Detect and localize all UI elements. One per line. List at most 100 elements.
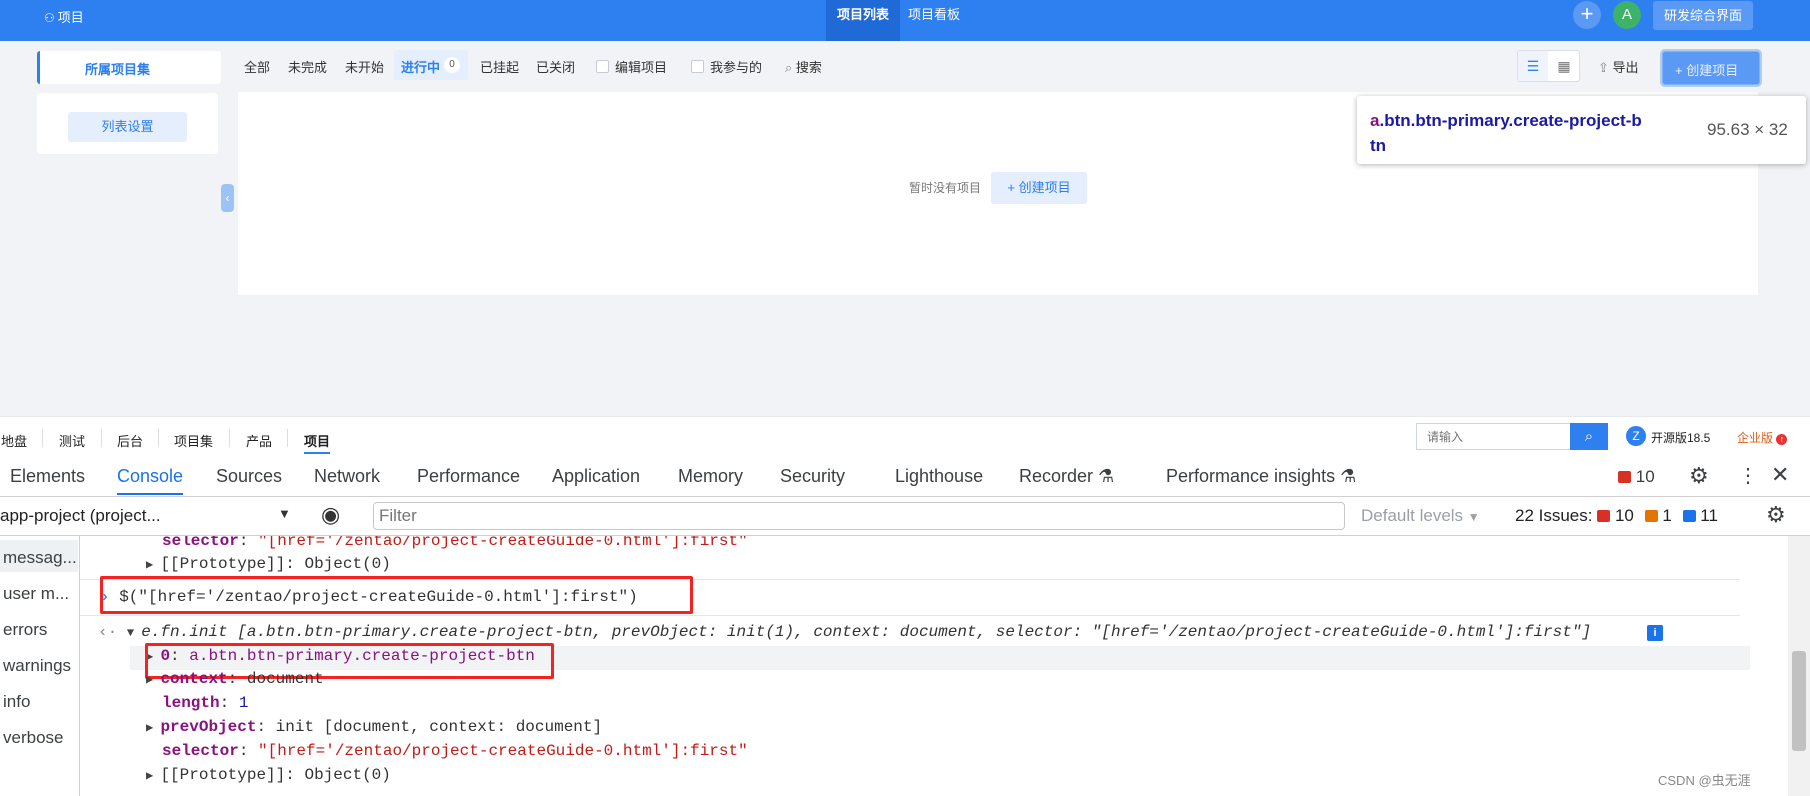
console-length-line: length: 1: [162, 694, 249, 712]
version-label[interactable]: 开源版18.5: [1651, 429, 1710, 446]
close-icon[interactable]: ✕: [1771, 462, 1789, 488]
create-project-label: + 创建项目: [1675, 63, 1739, 78]
sidebar-item-verbose[interactable]: verbose: [3, 728, 63, 748]
console-result-line[interactable]: ‹· ▼ e.fn.init [a.btn.btn-primary.create…: [98, 620, 1591, 644]
expand-triangle-icon[interactable]: ▶: [146, 721, 160, 735]
top-navbar: ⚇ 项目 项目列表 项目看板 + A 研发综合界面: [0, 0, 1810, 41]
app-bottom-bar: 地盘 测试 后台 项目集 产品 项目 ⌕ Z 开源版18.5 企业版 ↑: [0, 416, 1810, 457]
tab-elements[interactable]: Elements: [10, 466, 85, 487]
watermark: CSDN @虫无涯: [1658, 773, 1751, 788]
tab-security[interactable]: Security: [780, 466, 845, 487]
zentao-logo-icon: Z: [1626, 426, 1646, 446]
eye-icon[interactable]: ◉: [321, 502, 340, 528]
error-icon: [1597, 510, 1611, 522]
settings-gear-icon[interactable]: ⚙: [1689, 463, 1709, 489]
devtools-tabbar: Elements Console Sources Network Perform…: [0, 456, 1810, 497]
filter-closed[interactable]: 已关闭: [536, 57, 575, 76]
expand-triangle-icon[interactable]: ▶: [146, 673, 160, 687]
appbar-item-dashboard[interactable]: 地盘: [1, 431, 27, 450]
appbar-item-program[interactable]: 项目集: [174, 431, 213, 450]
collapse-triangle-icon[interactable]: ▼: [127, 626, 141, 640]
console-context-line[interactable]: ▶ context: document: [146, 667, 324, 691]
filter-unfinished[interactable]: 未完成: [288, 57, 327, 76]
appbar-item-product[interactable]: 产品: [246, 431, 272, 450]
tab-lighthouse[interactable]: Lighthouse: [895, 466, 983, 487]
tab-project-list[interactable]: 项目列表: [826, 0, 901, 41]
tab-application[interactable]: Application: [552, 466, 640, 487]
console-settings-gear-icon[interactable]: ⚙: [1766, 502, 1786, 528]
edit-projects-checkbox[interactable]: 编辑项目: [596, 57, 667, 76]
appbar-item-project[interactable]: 项目: [304, 431, 331, 454]
appbar-search-input[interactable]: [1416, 423, 1576, 450]
error-counter[interactable]: 10: [1618, 467, 1655, 487]
console-line[interactable]: ▶ [[Prototype]]: Object(0): [146, 552, 391, 576]
context-selector[interactable]: app-project (project...: [0, 506, 161, 526]
enterprise-link[interactable]: 企业版 ↑: [1737, 429, 1788, 446]
divider: [229, 429, 230, 447]
tab-recorder[interactable]: Recorder ⚗: [1019, 466, 1114, 487]
filter-not-started[interactable]: 未开始: [345, 57, 384, 76]
tab-sources[interactable]: Sources: [216, 466, 282, 487]
checkbox-icon: [596, 60, 609, 73]
avatar[interactable]: A: [1613, 1, 1641, 29]
sidebar-item-messages[interactable]: messag...: [3, 548, 77, 568]
tab-performance-insights[interactable]: Performance insights ⚗: [1166, 466, 1356, 487]
add-icon[interactable]: +: [1573, 1, 1601, 29]
list-view-icon[interactable]: ☰: [1518, 51, 1548, 81]
search-label: 搜索: [795, 60, 822, 75]
error-icon: [1618, 471, 1631, 483]
workspace-button[interactable]: 研发综合界面: [1653, 1, 1753, 30]
filter-in-progress[interactable]: 进行中 0: [394, 50, 468, 80]
chevron-down-icon[interactable]: ▼: [278, 506, 291, 521]
app-brand[interactable]: ⚇ 项目: [44, 7, 84, 26]
sidebar-item-warnings[interactable]: warnings: [3, 656, 71, 676]
my-involved-label: 我参与的: [710, 60, 763, 75]
sidebar-item-user-messages[interactable]: user m...: [3, 584, 69, 604]
sidebar-item-errors[interactable]: errors: [3, 620, 47, 640]
tab-performance[interactable]: Performance: [417, 466, 520, 487]
expand-triangle-icon[interactable]: ▶: [146, 558, 160, 572]
appbar-item-admin[interactable]: 后台: [117, 431, 143, 450]
view-toggle: ☰ ▦: [1517, 50, 1580, 82]
upgrade-icon: ↑: [1776, 434, 1788, 445]
project-set-selector[interactable]: 所属项目集: [37, 51, 221, 84]
issues-counter[interactable]: 22 Issues: 10 1 11: [1515, 506, 1718, 526]
search-button[interactable]: ⌕ 搜索: [785, 57, 822, 76]
tab-memory[interactable]: Memory: [678, 466, 743, 487]
filter-suspended[interactable]: 已挂起: [480, 57, 519, 76]
expand-triangle-icon[interactable]: ▶: [146, 769, 160, 783]
inspect-tooltip: a.btn.btn-primary.create-project-b tn 95.…: [1357, 96, 1806, 164]
export-button[interactable]: ⇪ 导出: [1598, 57, 1639, 76]
create-project-button[interactable]: + 创建项目: [1660, 49, 1762, 87]
collapse-sidebar-icon[interactable]: ‹: [221, 184, 234, 212]
console-prototype-line[interactable]: ▶ [[Prototype]]: Object(0): [146, 763, 391, 787]
console-toolbar: app-project (project... ▼ ◉ Default leve…: [0, 497, 1810, 536]
console-sidebar: messag... user m... errors warnings info…: [0, 536, 80, 796]
tab-project-board[interactable]: 项目看板: [897, 0, 971, 41]
appbar-item-test[interactable]: 测试: [59, 431, 85, 450]
empty-create-project-button[interactable]: + 创建项目: [991, 172, 1087, 204]
console-scrollbar[interactable]: [1788, 536, 1810, 796]
warning-icon: [1644, 510, 1658, 522]
console-line: selector: "[href='/zentao/project-create…: [162, 536, 748, 550]
filter-in-progress-label: 进行中: [401, 60, 441, 75]
levels-dropdown[interactable]: Default levels ▼: [1361, 506, 1480, 526]
more-options-icon[interactable]: ⋮: [1738, 463, 1758, 488]
tooltip-selector: a.btn.btn-primary.create-project-b tn: [1370, 111, 1642, 155]
left-panel: 列表设置: [37, 93, 218, 154]
divider: [42, 429, 43, 447]
tab-network[interactable]: Network: [314, 466, 380, 487]
search-icon[interactable]: ⌕: [1570, 423, 1608, 450]
my-involved-checkbox[interactable]: 我参与的: [691, 57, 762, 76]
console-filter-input[interactable]: [373, 502, 1345, 530]
grid-view-icon[interactable]: ▦: [1549, 51, 1579, 81]
sidebar-item-info[interactable]: info: [3, 692, 30, 712]
console-prevobject-line[interactable]: ▶ prevObject: init [document, context: d…: [146, 715, 602, 739]
brand-label: 项目: [57, 10, 84, 25]
list-settings-button[interactable]: 列表设置: [68, 112, 187, 142]
flask-icon: ⚗: [1340, 466, 1357, 486]
info-badge-icon[interactable]: i: [1647, 625, 1663, 641]
filter-all[interactable]: 全部: [244, 57, 270, 76]
scrollbar-thumb[interactable]: [1792, 651, 1806, 751]
tab-console[interactable]: Console: [117, 466, 184, 495]
